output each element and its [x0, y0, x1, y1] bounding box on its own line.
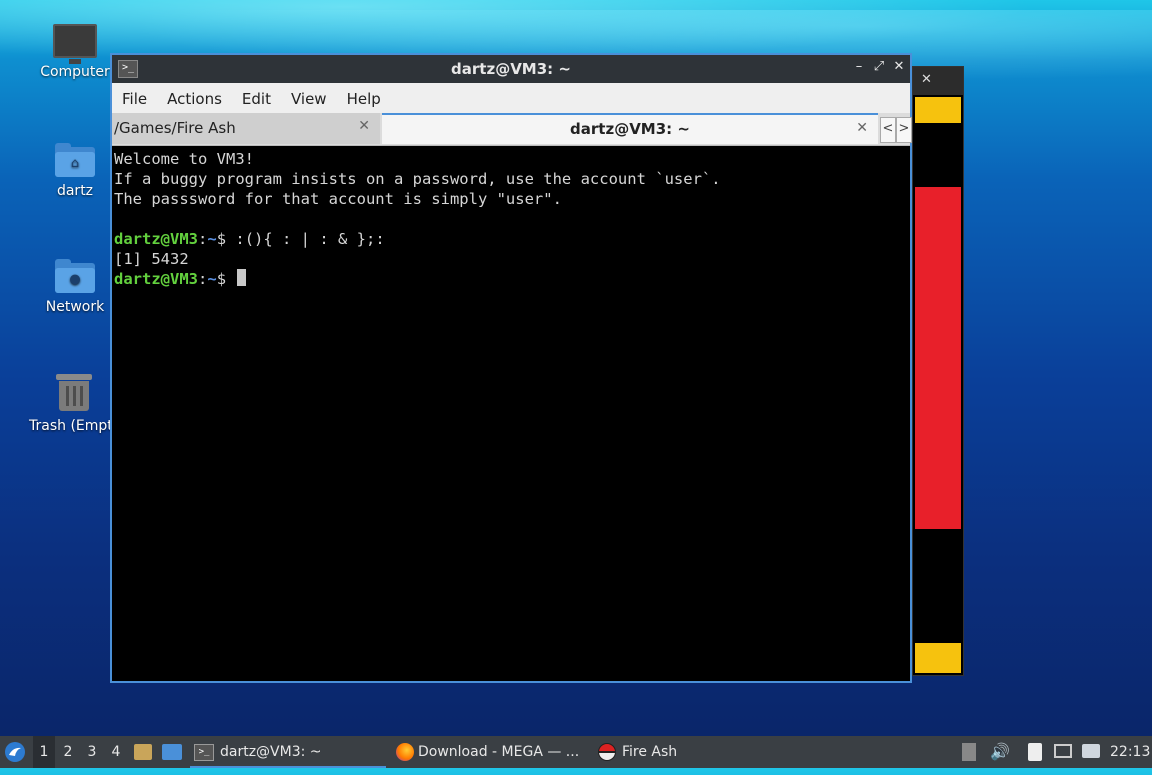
prompt-user: dartz@VM3: [114, 270, 198, 288]
menu-help[interactable]: Help: [337, 83, 391, 108]
volume-icon[interactable]: 🔊: [990, 736, 1012, 768]
stripe-red: [915, 187, 961, 529]
desktop-icon-label: Network: [45, 299, 105, 315]
tab-scroll-left-button[interactable]: <: [880, 117, 896, 143]
notification-tray-icon[interactable]: [1082, 736, 1104, 768]
home-folder-icon: ⌂: [55, 143, 95, 177]
terminal-cursor: [237, 269, 247, 286]
window-title: dartz@VM3: ~: [451, 60, 571, 78]
prompt-directory: ~: [207, 230, 217, 248]
menu-bar: File Actions Edit View Help: [112, 83, 910, 113]
terminal-prompt-line: dartz@VM3:~$ :(){ : | : & };:: [114, 229, 910, 249]
ethernet-icon: [1054, 744, 1072, 758]
lubuntu-logo-icon: [5, 742, 25, 762]
up-arrow-icon: [962, 743, 976, 761]
task-fire-ash[interactable]: Fire Ash: [596, 736, 736, 768]
menu-file[interactable]: File: [112, 83, 157, 108]
terminal-line: Welcome to VM3!: [114, 150, 254, 168]
desktop-icon: [162, 744, 182, 760]
tray-updates-icon[interactable]: [962, 736, 980, 768]
menu-actions[interactable]: Actions: [157, 83, 232, 108]
task-label: Download - MEGA — ...: [418, 744, 580, 760]
start-menu-button[interactable]: [4, 736, 28, 768]
desktop-icon-network[interactable]: ● Network: [27, 259, 123, 315]
network-tray-icon[interactable]: [1054, 736, 1076, 768]
task-label: dartz@VM3: ~: [220, 744, 322, 760]
show-desktop-button[interactable]: [162, 736, 184, 768]
tab-label: /Games/Fire Ash: [114, 119, 236, 137]
task-label: Fire Ash: [622, 744, 678, 760]
terminal-output[interactable]: Welcome to VM3! If a buggy program insis…: [114, 147, 910, 681]
computer-icon: [53, 24, 97, 64]
file-manager-launcher[interactable]: [134, 736, 156, 768]
prompt-user: dartz@VM3: [114, 230, 198, 248]
workspace-1-button[interactable]: 1: [33, 736, 55, 768]
workspace-2-button[interactable]: 2: [57, 736, 79, 768]
prompt-dollar: $: [216, 230, 236, 248]
desktop-icon-home[interactable]: ⌂ dartz: [27, 143, 123, 199]
background-window-titlebar[interactable]: ✕: [913, 67, 963, 95]
tab-fire-ash[interactable]: /Games/Fire Ash ✕: [112, 113, 380, 144]
menu-edit[interactable]: Edit: [232, 83, 281, 108]
notification-icon: [1082, 744, 1100, 758]
stripe-yellow-bottom: [915, 643, 961, 673]
terminal-command: :(){ : | : & };:: [235, 230, 385, 248]
stripe-yellow-top: [915, 97, 961, 123]
clipboard-icon[interactable]: [1028, 736, 1048, 768]
workspace-3-button[interactable]: 3: [81, 736, 103, 768]
tab-label: dartz@VM3: ~: [570, 120, 690, 138]
task-firefox[interactable]: Download - MEGA — ...: [394, 736, 588, 768]
terminal-icon: >_: [194, 743, 214, 761]
terminal-prompt-line: dartz@VM3:~$: [114, 269, 910, 289]
taskbar: 1 2 3 4 >_ dartz@VM3: ~ Download - MEGA —…: [0, 736, 1152, 768]
clock[interactable]: 22:13: [1110, 736, 1150, 768]
workspace-4-button[interactable]: 4: [105, 736, 127, 768]
tab-close-icon[interactable]: ✕: [358, 118, 370, 134]
firefox-icon: [396, 743, 414, 761]
tab-bar: /Games/Fire Ash ✕ dartz@VM3: ~ ✕ < >: [112, 113, 912, 146]
file-manager-icon: [134, 744, 152, 760]
tab-close-icon[interactable]: ✕: [856, 120, 868, 136]
terminal-line: [1] 5432: [114, 250, 189, 268]
task-terminal[interactable]: >_ dartz@VM3: ~: [190, 736, 386, 768]
terminal-window[interactable]: >_ dartz@VM3: ~ – ⤢ ✕ File Actions Edit Vie…: [110, 53, 912, 683]
desktop-icon-label: Computer: [40, 64, 110, 80]
pokeball-icon: [598, 743, 616, 761]
terminal-line: If a buggy program insists on a password…: [114, 170, 721, 188]
tab-scroll-right-button[interactable]: >: [896, 117, 912, 143]
network-folder-icon: ●: [55, 259, 95, 293]
window-titlebar[interactable]: >_ dartz@VM3: ~ – ⤢ ✕: [112, 55, 910, 83]
prompt-separator: :: [198, 230, 208, 248]
menu-view[interactable]: View: [281, 83, 337, 108]
prompt-separator: :: [198, 270, 208, 288]
close-window-button[interactable]: ✕: [890, 59, 908, 74]
close-icon[interactable]: ✕: [921, 72, 932, 87]
terminal-line: The passsword for that account is simply…: [114, 190, 562, 208]
desktop-icon-label: dartz: [56, 183, 94, 199]
prompt-dollar: $: [216, 270, 236, 288]
trash-icon: [56, 372, 92, 412]
clipboard-glyph-icon: [1028, 743, 1042, 761]
maximize-button[interactable]: ⤢: [870, 59, 888, 74]
background-window[interactable]: ✕: [912, 66, 964, 676]
minimize-button[interactable]: –: [850, 59, 868, 74]
desktop-icon-computer[interactable]: Computer: [27, 24, 123, 80]
prompt-directory: ~: [207, 270, 217, 288]
tab-terminal[interactable]: dartz@VM3: ~ ✕: [382, 113, 878, 144]
